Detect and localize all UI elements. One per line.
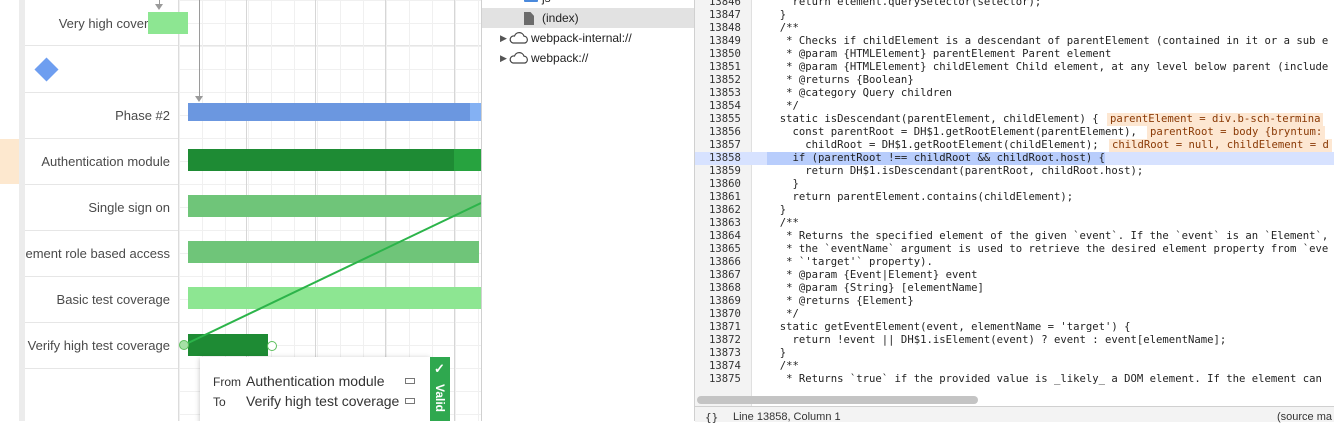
inline-value-parentElement: parentElement = div.b-sch-termina [1107, 113, 1324, 126]
valid-label: Valid [433, 384, 447, 413]
valid-badge: ✓ Valid [430, 357, 450, 421]
code-line[interactable]: 13865 * the `eventName` argument is used… [695, 243, 1334, 256]
source-code-editor[interactable]: 13846 return element.querySelector(selec… [695, 0, 1334, 421]
code-line[interactable]: 13861 return parentElement.contains(chil… [695, 191, 1334, 204]
code-line[interactable]: 13857 childRoot = DH$1.getRootElement(ch… [695, 139, 1334, 152]
code-line[interactable]: 13851 * @param {HTMLElement} childElemen… [695, 61, 1334, 74]
dependency-terminal-start[interactable] [179, 340, 189, 350]
code-line[interactable]: 13872 return !event || DH$1.isElement(ev… [695, 334, 1334, 347]
to-side-icon [405, 398, 415, 404]
expand-triangle-icon[interactable]: ▶ [500, 33, 507, 44]
gantt-chart: Very high coverage Phase #2 Authenticati… [0, 0, 481, 421]
folder-icon [524, 0, 538, 2]
code-line[interactable]: 13849 * Checks if childElement is a desc… [695, 35, 1334, 48]
code-line[interactable]: 13867 * @param {Event|Element} event [695, 269, 1334, 282]
to-value: Verify high test coverage [246, 393, 400, 409]
code-line[interactable]: 13871 static getEventElement(event, elem… [695, 321, 1334, 334]
code-line[interactable]: 13855 static isDescendant(parentElement,… [695, 113, 1334, 126]
code-line[interactable]: 13848 /** [695, 22, 1334, 35]
inline-value-parentRoot: parentRoot = body {bryntum: [1147, 126, 1326, 139]
code-line[interactable]: 13868 * @param {String} [elementName] [695, 282, 1334, 295]
code-line[interactable]: 13860 } [695, 178, 1334, 191]
cursor-position: Line 13858, Column 1 [733, 411, 841, 423]
code-line[interactable]: 13853 * @category Query children [695, 87, 1334, 100]
to-label: To [213, 395, 226, 409]
code-line[interactable]: 13850 * @param {HTMLElement} parentEleme… [695, 48, 1334, 61]
dependency-tooltip: From Authentication module To Verify hig… [200, 357, 430, 421]
code-line[interactable]: 13870 */ [695, 308, 1334, 321]
code-line[interactable]: 13866 * `'target'` property). [695, 256, 1334, 269]
tree-item-index[interactable]: (index) [482, 8, 694, 28]
sources-file-tree: js (index) ▶ webpack-internal:// ▶ webpa… [481, 0, 695, 421]
code-line[interactable]: 13846 return element.querySelector(selec… [695, 0, 1334, 9]
horizontal-scrollbar[interactable] [697, 396, 978, 404]
cloud-icon [509, 32, 528, 44]
code-line[interactable]: 13863 /** [695, 217, 1334, 230]
code-line[interactable]: 13854 */ [695, 100, 1334, 113]
expand-triangle-icon[interactable]: ▶ [500, 53, 507, 64]
code-line[interactable]: 13875 * Returns `true` if the provided v… [695, 373, 1334, 386]
code-line[interactable]: 13856 const parentRoot = DH$1.getRootEle… [695, 126, 1334, 139]
inline-value-childRoot: childRoot = null, childElement = d [1109, 139, 1332, 152]
code-line[interactable]: 13873 } [695, 347, 1334, 360]
from-side-icon [405, 378, 415, 384]
code-line[interactable]: 13864 * Returns the specified element of… [695, 230, 1334, 243]
pretty-print-icon[interactable]: {} [705, 411, 718, 424]
editor-status-bar: {} Line 13858, Column 1 (source ma [695, 406, 1334, 424]
tree-item-webpack[interactable]: ▶ webpack:// [482, 48, 694, 68]
tree-item-js[interactable]: js [482, 0, 694, 8]
code-line[interactable]: 13874 /** [695, 360, 1334, 373]
code-line[interactable]: 13852 * @returns {Boolean} [695, 74, 1334, 87]
tree-item-webpack-internal[interactable]: ▶ webpack-internal:// [482, 28, 694, 48]
code-line[interactable]: 13847 } [695, 9, 1334, 22]
cloud-icon [509, 52, 528, 64]
checkmark-icon: ✓ [434, 361, 445, 376]
dependency-terminal-end[interactable] [267, 341, 277, 351]
code-line[interactable]: 13869 * @returns {Element} [695, 295, 1334, 308]
from-label: From [213, 375, 241, 389]
from-value: Authentication module [246, 373, 385, 389]
code-line[interactable]: 13862 } [695, 204, 1334, 217]
source-map-label[interactable]: (source ma [1277, 411, 1332, 423]
code-line[interactable]: 13859 return DH$1.isDescendant(parentRoo… [695, 165, 1334, 178]
code-line-current[interactable]: 13858 if (parentRoot !== childRoot && ch… [695, 152, 1334, 165]
file-icon [524, 12, 534, 25]
